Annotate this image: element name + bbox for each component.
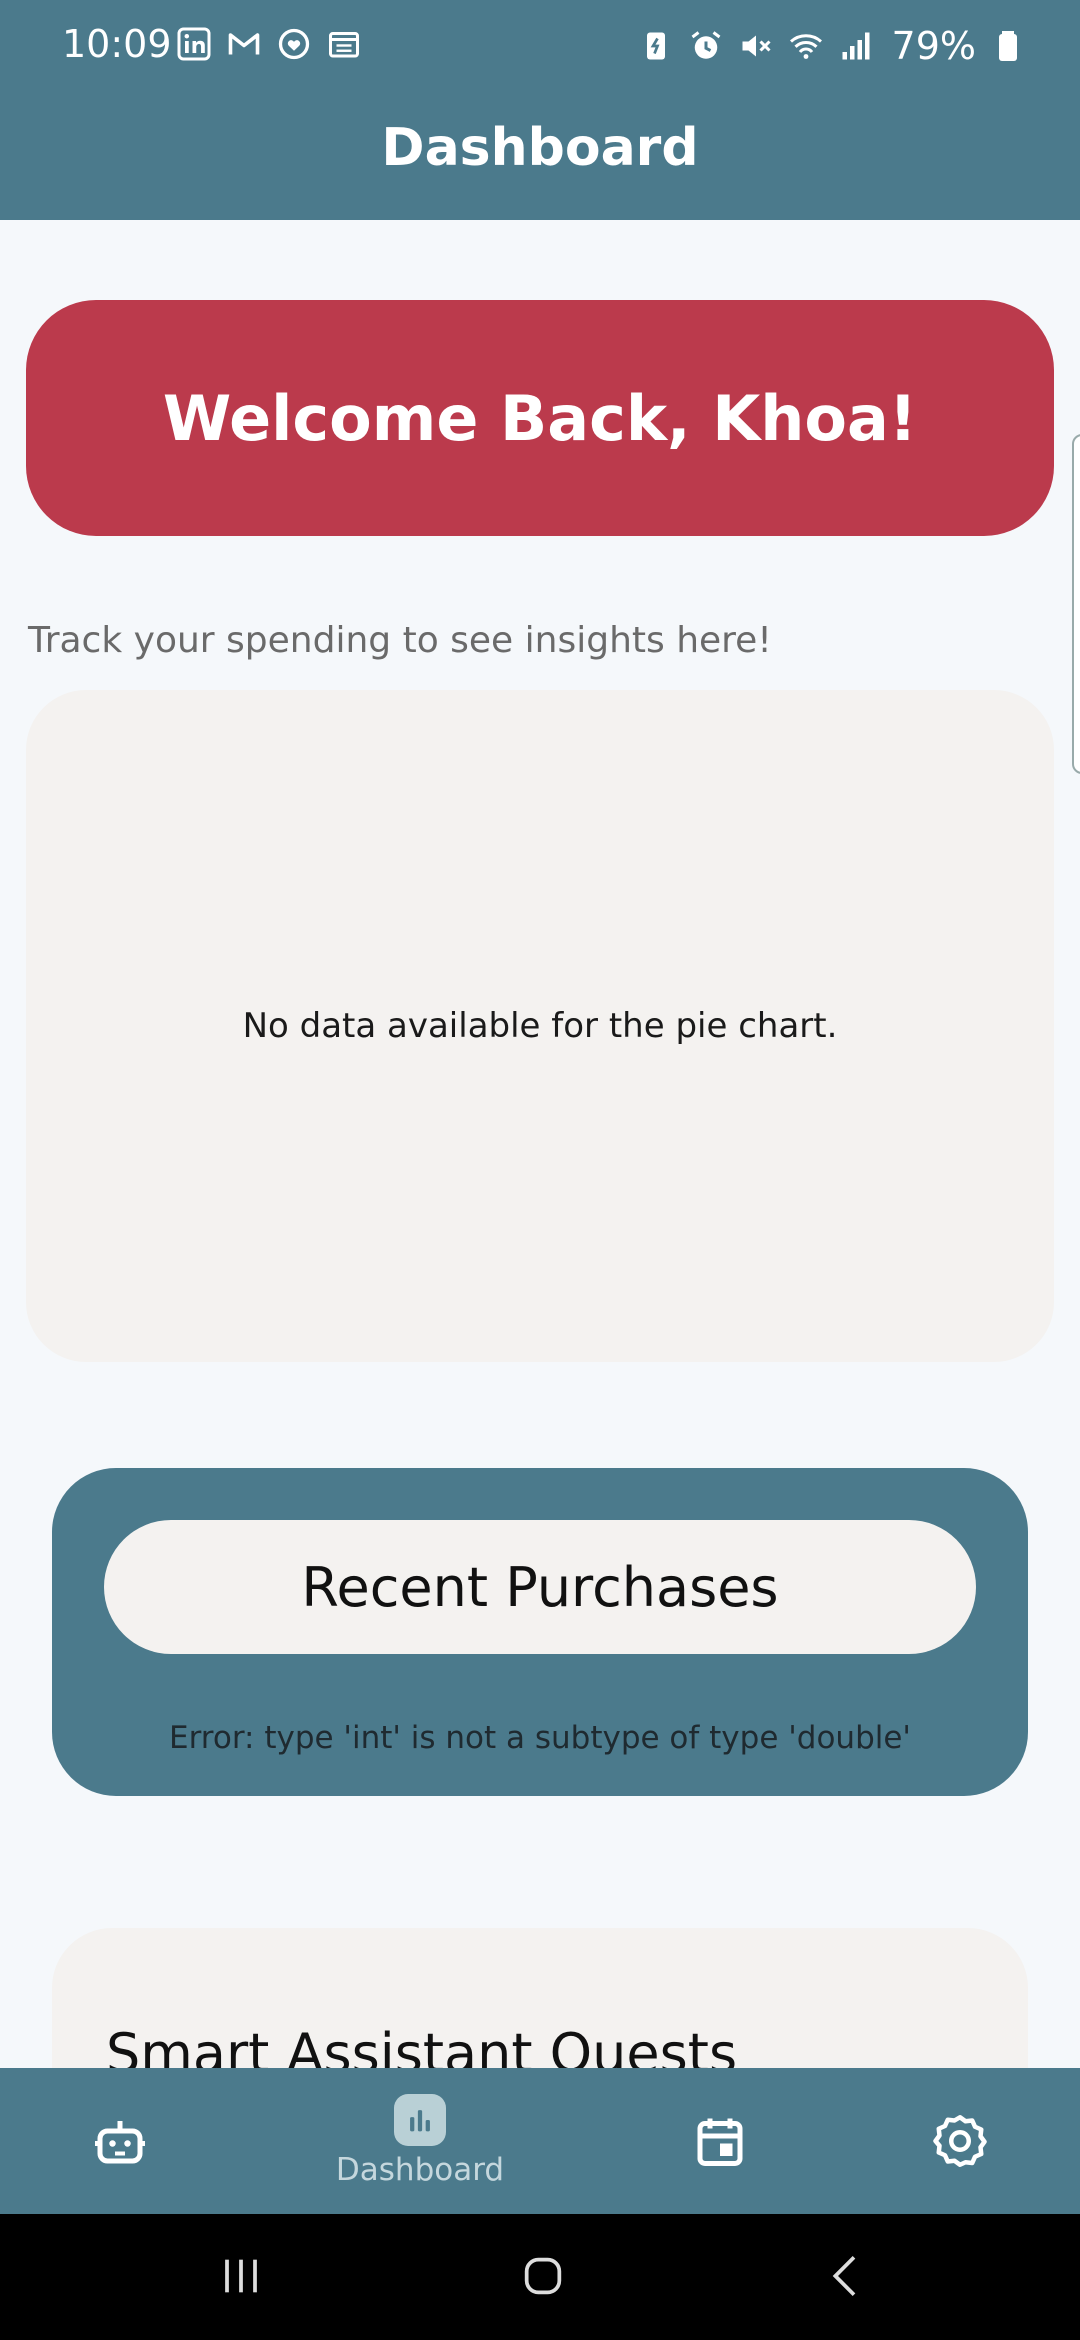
pie-chart-empty-message: No data available for the pie chart. bbox=[242, 1006, 838, 1046]
nav-label-dashboard: Dashboard bbox=[335, 2152, 505, 2188]
system-navigation-bar bbox=[0, 2214, 1080, 2340]
nav-active-indicator bbox=[394, 2094, 446, 2146]
welcome-banner: Welcome Back, Khoa! bbox=[26, 300, 1054, 536]
notification-icons bbox=[176, 26, 362, 62]
signal-icon bbox=[838, 28, 874, 64]
robot-icon bbox=[95, 2121, 145, 2164]
top-bar: 10:09 79% Dashboard bbox=[0, 0, 1080, 220]
gmail-icon bbox=[226, 26, 262, 62]
calendar-app-icon bbox=[326, 26, 362, 62]
settings-icon bbox=[933, 2115, 987, 2167]
nav-item-settings[interactable] bbox=[910, 2068, 1010, 2214]
back-button[interactable] bbox=[812, 2244, 882, 2308]
recent-purchases-card: Recent Purchases Error: type 'int' is no… bbox=[52, 1468, 1028, 1796]
battery-saver-icon bbox=[638, 28, 674, 64]
recent-purchases-error: Error: type 'int' is not a subtype of ty… bbox=[169, 1720, 911, 1756]
bar-chart-icon bbox=[410, 2110, 430, 2132]
status-time: 10:09 bbox=[62, 22, 172, 66]
recent-apps-button[interactable] bbox=[206, 2244, 276, 2308]
home-icon bbox=[524, 2257, 562, 2295]
welcome-text: Welcome Back, Khoa! bbox=[162, 381, 918, 455]
alarm-icon bbox=[688, 28, 724, 64]
status-bar: 10:09 79% bbox=[0, 0, 1080, 96]
recent-apps-icon bbox=[225, 2259, 257, 2293]
wifi-icon bbox=[788, 28, 824, 64]
nav-item-dashboard[interactable]: Dashboard bbox=[320, 2068, 520, 2214]
edge-panel-handle[interactable] bbox=[1072, 434, 1080, 774]
pie-chart-card: No data available for the pie chart. bbox=[26, 690, 1054, 1362]
recent-purchases-button[interactable]: Recent Purchases bbox=[104, 1520, 976, 1654]
bottom-navigation: Dashboard bbox=[0, 2068, 1080, 2214]
page-title: Dashboard bbox=[381, 118, 699, 178]
calendar-icon bbox=[697, 2118, 743, 2166]
linkedin-icon bbox=[176, 26, 212, 62]
system-status-icons: 79% bbox=[638, 24, 1026, 68]
insights-prompt: Track your spending to see insights here… bbox=[28, 620, 772, 661]
home-button[interactable] bbox=[508, 2244, 578, 2308]
nav-item-assistant[interactable] bbox=[70, 2068, 170, 2214]
mute-icon bbox=[738, 28, 774, 64]
battery-percent: 79% bbox=[891, 24, 976, 68]
battery-icon bbox=[990, 28, 1026, 64]
back-icon bbox=[832, 2256, 856, 2296]
nav-item-calendar[interactable] bbox=[670, 2068, 770, 2214]
heart-app-icon bbox=[276, 26, 312, 62]
